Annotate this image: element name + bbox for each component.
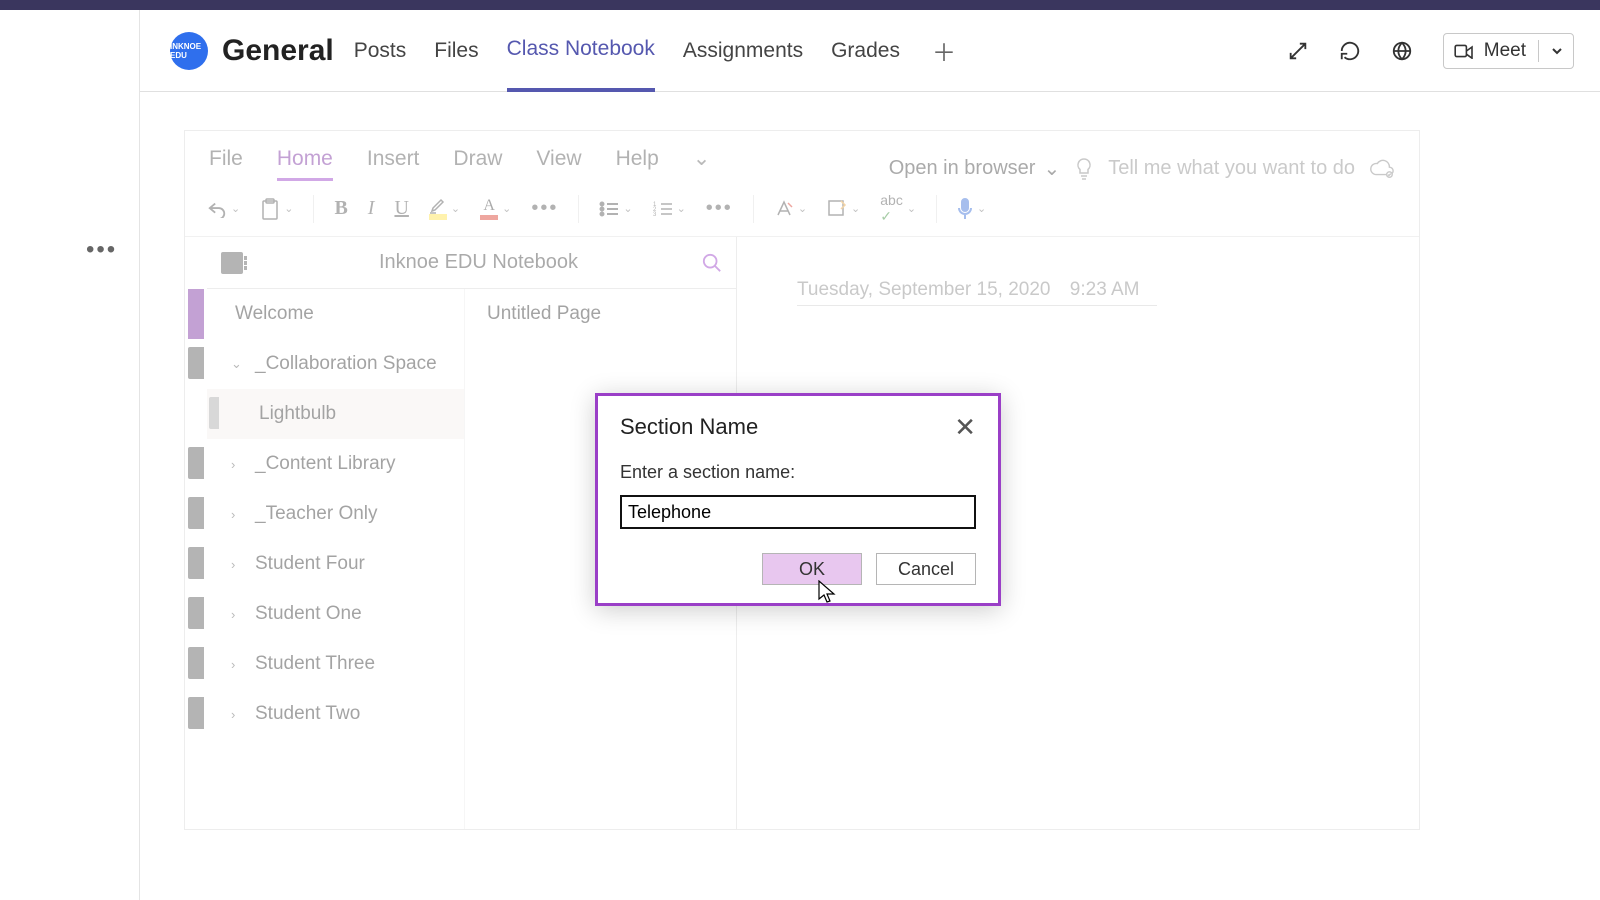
dialog-title: Section Name xyxy=(620,414,758,440)
tab-files[interactable]: Files xyxy=(434,10,478,92)
app-rail: ••• xyxy=(0,10,140,900)
ok-button[interactable]: OK xyxy=(762,553,862,585)
chevron-down-icon[interactable] xyxy=(1551,45,1563,57)
tab-grades[interactable]: Grades xyxy=(831,10,900,92)
tab-assignments[interactable]: Assignments xyxy=(683,10,803,92)
header-actions: Meet xyxy=(1287,33,1600,69)
team-avatar-text: INKNOE EDU xyxy=(170,42,208,60)
channel-header: INKNOE EDU General Posts Files Class Not… xyxy=(0,10,1600,92)
more-apps-icon[interactable]: ••• xyxy=(86,236,117,264)
meet-label: Meet xyxy=(1484,40,1526,62)
globe-icon[interactable] xyxy=(1391,40,1413,62)
add-tab-button[interactable]: ＋ xyxy=(932,33,956,68)
dialog-label: Enter a section name: xyxy=(620,462,976,483)
channel-tabs: Posts Files Class Notebook Assignments G… xyxy=(354,10,956,92)
expand-icon[interactable] xyxy=(1287,40,1309,62)
reload-icon[interactable] xyxy=(1339,40,1361,62)
app-titlebar xyxy=(0,0,1600,10)
tab-posts[interactable]: Posts xyxy=(354,10,407,92)
channel-name[interactable]: General xyxy=(222,34,334,68)
close-icon[interactable]: ✕ xyxy=(954,414,976,440)
cancel-button[interactable]: Cancel xyxy=(876,553,976,585)
meet-button[interactable]: Meet xyxy=(1443,33,1574,69)
divider xyxy=(1538,40,1539,62)
section-name-input[interactable] xyxy=(620,495,976,529)
tab-class-notebook[interactable]: Class Notebook xyxy=(507,10,655,92)
team-avatar[interactable]: INKNOE EDU xyxy=(170,32,208,70)
section-name-dialog: Section Name ✕ Enter a section name: OK … xyxy=(595,393,1001,606)
video-icon xyxy=(1454,43,1474,59)
